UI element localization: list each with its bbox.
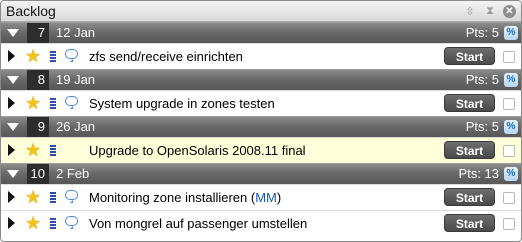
iteration-header[interactable]: 8 19 Jan Pts: 5 % [1, 69, 521, 90]
percent-icon[interactable]: % [504, 167, 518, 181]
iteration-date: 12 Jan [56, 25, 96, 40]
collapse-triangle-icon[interactable] [7, 76, 19, 84]
iteration-date: 2 Feb [56, 166, 90, 181]
start-button[interactable]: Start [444, 141, 495, 159]
item-checkbox[interactable] [503, 51, 515, 63]
iteration-points: Pts: 5 [465, 25, 499, 40]
start-button[interactable]: Start [444, 214, 495, 232]
item-title: System upgrade in zones testen [89, 96, 275, 111]
panel-titlebar: Backlog ⇳ ⧗ ✕ [1, 1, 521, 22]
percent-icon[interactable]: % [504, 120, 518, 134]
iteration-points: Pts: 13 [458, 166, 499, 181]
start-button[interactable]: Start [444, 94, 495, 112]
backlog-item[interactable]: ★ System upgrade in zones testen Start [1, 90, 521, 116]
star-icon[interactable]: ★ [25, 214, 41, 232]
item-checkbox[interactable] [503, 145, 515, 157]
priority-icon [50, 218, 56, 229]
priority-icon [50, 192, 56, 203]
item-checkbox[interactable] [503, 218, 515, 230]
iteration-date: 26 Jan [56, 119, 96, 134]
iteration-date: 19 Jan [56, 72, 96, 87]
close-icon[interactable]: ✕ [503, 4, 516, 18]
star-icon[interactable]: ★ [25, 188, 41, 206]
start-button[interactable]: Start [444, 47, 495, 65]
expand-arrow-icon[interactable] [8, 97, 15, 109]
item-checkbox[interactable] [503, 98, 515, 110]
backlog-item[interactable]: ★ Monitoring zone installieren (MM) Star… [1, 184, 521, 210]
sort-updown-icon[interactable]: ⇳ [463, 4, 477, 18]
iteration-header[interactable]: 9 26 Jan Pts: 5 % [1, 116, 521, 137]
star-icon[interactable]: ★ [25, 141, 41, 159]
iteration-number: 8 [27, 70, 49, 90]
star-icon[interactable]: ★ [25, 94, 41, 112]
backlog-item[interactable]: ★ zfs send/receive einrichten Start [1, 43, 521, 69]
titlebar-controls: ⇳ ⧗ ✕ [463, 4, 516, 18]
item-title: Upgrade to OpenSolaris 2008.11 final [89, 143, 306, 158]
item-title: Monitoring zone installieren (MM) [89, 190, 282, 205]
iteration-points: Pts: 5 [465, 119, 499, 134]
item-checkbox[interactable] [503, 192, 515, 204]
iteration-points: Pts: 5 [465, 72, 499, 87]
expand-arrow-icon[interactable] [8, 217, 15, 229]
collapse-icon[interactable]: ⧗ [483, 4, 497, 18]
expand-arrow-icon[interactable] [8, 191, 15, 203]
comment-icon[interactable] [65, 216, 78, 229]
iteration-number: 10 [27, 164, 49, 184]
collapse-triangle-icon[interactable] [7, 170, 19, 178]
percent-icon[interactable]: % [504, 73, 518, 87]
priority-icon [50, 145, 56, 156]
comment-icon[interactable] [65, 190, 78, 203]
item-title: Von mongrel auf passenger umstellen [89, 216, 308, 231]
item-title: zfs send/receive einrichten [89, 49, 243, 64]
star-icon[interactable]: ★ [25, 47, 41, 65]
iteration-number: 7 [27, 23, 49, 43]
iteration-header[interactable]: 7 12 Jan Pts: 5 % [1, 22, 521, 43]
expand-arrow-icon[interactable] [8, 144, 15, 156]
iteration-number: 9 [27, 117, 49, 137]
priority-icon [50, 51, 56, 62]
backlog-item[interactable]: ★ Von mongrel auf passenger umstellen St… [1, 210, 521, 236]
assignee-link[interactable]: MM [255, 190, 277, 205]
comment-icon[interactable] [65, 49, 78, 62]
backlog-panel: Backlog ⇳ ⧗ ✕ 7 12 Jan Pts: 5 % ★ zfs se… [0, 0, 522, 242]
priority-icon [50, 98, 56, 109]
percent-icon[interactable]: % [504, 26, 518, 40]
collapse-triangle-icon[interactable] [7, 29, 19, 37]
comment-icon[interactable] [65, 96, 78, 109]
iteration-header[interactable]: 10 2 Feb Pts: 13 % [1, 163, 521, 184]
expand-arrow-icon[interactable] [8, 50, 15, 62]
backlog-item[interactable]: ★ Upgrade to OpenSolaris 2008.11 final S… [1, 137, 521, 163]
collapse-triangle-icon[interactable] [7, 123, 19, 131]
panel-title: Backlog [6, 3, 56, 19]
start-button[interactable]: Start [444, 188, 495, 206]
